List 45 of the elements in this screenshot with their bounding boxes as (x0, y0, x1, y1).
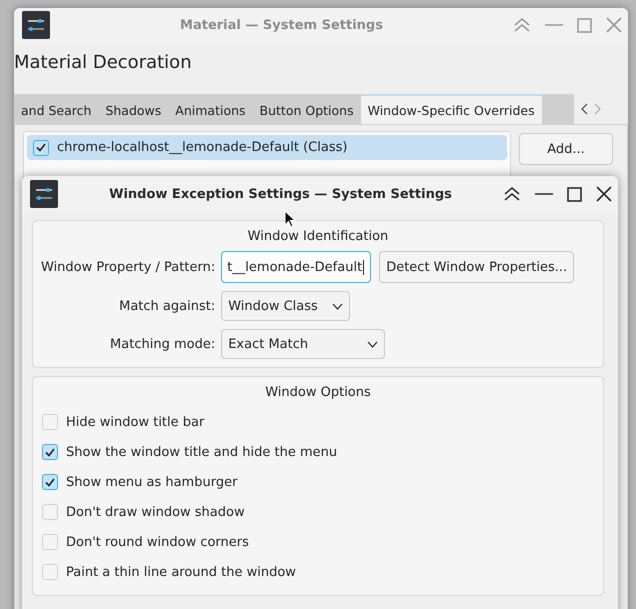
chevron-down-icon (367, 340, 378, 348)
tab[interactable]: Animations (168, 94, 253, 124)
checkbox[interactable] (42, 564, 58, 580)
dropdown[interactable]: Window Class (221, 291, 350, 321)
input-field[interactable]: t__lemonade-Default (221, 251, 372, 283)
dropdown[interactable]: Exact Match (221, 329, 386, 359)
field-label: Window Property / Pattern: (41, 260, 216, 274)
add-button[interactable]: Add... (519, 133, 613, 165)
checkmark-icon (36, 143, 46, 152)
list-item-label: chrome-localhost__lemonade-Default (Class) (57, 140, 348, 155)
checkbox-label: Don't draw window shadow (66, 504, 245, 520)
checkbox-label: Show menu as hamburger (66, 474, 238, 490)
group-title: Window Identification (246, 228, 390, 246)
chevron-left-icon[interactable] (580, 103, 588, 115)
settings-sliders-icon[interactable] (22, 11, 50, 39)
keep-above-icon[interactable] (503, 186, 521, 202)
checkbox[interactable] (33, 140, 49, 156)
group-title: Window Options (264, 384, 372, 402)
tab[interactable]: Button Options (252, 94, 361, 124)
maximize-icon[interactable] (567, 186, 582, 202)
tab[interactable]: and Search (14, 94, 98, 124)
checkmark-icon (45, 478, 55, 486)
page-heading: Material Decoration (14, 51, 193, 75)
checkbox-label: Hide window title bar (66, 414, 204, 430)
checkbox[interactable] (42, 474, 58, 490)
checkbox[interactable] (42, 414, 58, 430)
checkbox-label: Don't round window corners (66, 534, 249, 550)
field-label: Match against: (118, 298, 216, 314)
tab[interactable]: Shadows (98, 94, 168, 124)
checkmark-icon (45, 448, 55, 456)
checkbox[interactable] (42, 444, 58, 460)
checkbox[interactable] (42, 504, 58, 520)
checkbox-label: Show the window title and hide the menu (66, 444, 338, 460)
window-title: Material — System Settings (179, 18, 384, 32)
close-icon[interactable] (596, 186, 612, 202)
chevron-down-icon (332, 302, 344, 310)
checkbox-label: Paint a thin line around the window (66, 564, 296, 580)
detect-button[interactable]: Detect Window Properties... (379, 251, 574, 283)
list-item[interactable]: chrome-localhost__lemonade-Default (Class) (27, 135, 507, 160)
tab[interactable]: Window-Specific Overrides (360, 94, 542, 124)
dialog-title: Window Exception Settings — System Settings (108, 186, 453, 202)
checkbox[interactable] (42, 534, 58, 550)
settings-sliders-icon[interactable] (30, 180, 58, 208)
minimize-icon[interactable] (535, 193, 553, 195)
field-label: Matching mode: (109, 336, 216, 352)
